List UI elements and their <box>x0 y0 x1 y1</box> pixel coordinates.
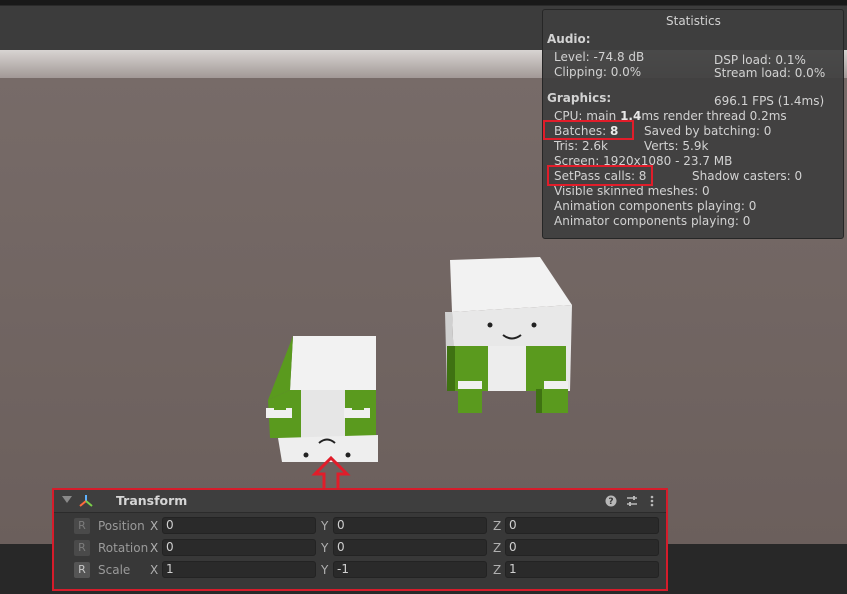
help-icon[interactable]: ? <box>604 494 618 508</box>
setpass-highlight-box <box>547 165 653 186</box>
position-z-field[interactable]: 0 <box>505 517 659 534</box>
rotation-row: R Rotation X 0 Y 0 Z 0 <box>54 538 666 558</box>
scale-row: R Scale X 1 Y -1 Z 1 <box>54 560 666 580</box>
position-label: Position <box>98 519 145 533</box>
saved-by-batching: Saved by batching: 0 <box>644 124 772 138</box>
axis-y-label: Y <box>321 541 329 555</box>
component-title: Transform <box>116 493 188 508</box>
rotation-z-field[interactable]: 0 <box>505 539 659 556</box>
animation-components: Animation components playing: 0 <box>554 199 757 213</box>
skinned-meshes: Visible skinned meshes: 0 <box>554 184 710 198</box>
transform-inspector: Transform ? R Position X 0 Y 0 Z 0 R Rot… <box>52 488 668 591</box>
transform-header[interactable]: Transform ? <box>54 490 666 513</box>
stream-load: Stream load: 0.0% <box>714 66 826 80</box>
axis-x-label: X <box>150 541 159 555</box>
rotation-reset-button[interactable]: R <box>74 540 90 556</box>
scale-reset-button[interactable]: R <box>74 562 90 578</box>
position-reset-button[interactable]: R <box>74 518 90 534</box>
scale-x-field[interactable]: 1 <box>162 561 316 578</box>
axis-z-label: Z <box>493 541 502 555</box>
scale-label: Scale <box>98 563 131 577</box>
rotation-label: Rotation <box>98 541 149 555</box>
graphics-heading: Graphics: <box>547 91 612 105</box>
character-upright <box>445 257 572 413</box>
axis-y-label: Y <box>321 563 329 577</box>
fps-readout: 696.1 FPS (1.4ms) <box>714 94 825 108</box>
presets-sliders-icon[interactable] <box>625 494 639 508</box>
axis-x-label: X <box>150 519 159 533</box>
foldout-arrow-icon[interactable] <box>62 496 72 503</box>
cpu-suffix: ms render thread 0.2ms <box>641 109 787 123</box>
stats-title: Statistics <box>666 14 721 28</box>
axis-y-label: Y <box>321 519 329 533</box>
position-y-field[interactable]: 0 <box>333 517 487 534</box>
scale-z-field[interactable]: 1 <box>505 561 659 578</box>
kebab-menu-icon[interactable] <box>645 494 659 508</box>
audio-clipping: Clipping: 0.0% <box>554 65 642 79</box>
axis-z-label: Z <box>493 563 502 577</box>
rotation-x-field[interactable]: 0 <box>162 539 316 556</box>
axis-z-label: Z <box>493 519 502 533</box>
verts-count: Verts: 5.9k <box>644 139 709 153</box>
position-row: R Position X 0 Y 0 Z 0 <box>54 516 666 536</box>
tris-count: Tris: 2.6k <box>554 139 608 153</box>
scale-y-field[interactable]: -1 <box>333 561 487 578</box>
shadow-casters: Shadow casters: 0 <box>692 169 803 183</box>
batches-highlight-box <box>543 120 634 140</box>
dsp-load: DSP load: 0.1% <box>714 53 806 67</box>
transform-axes-icon <box>79 495 93 507</box>
axis-x-label: X <box>150 563 159 577</box>
audio-level: Level: -74.8 dB <box>554 50 645 64</box>
rotation-y-field[interactable]: 0 <box>333 539 487 556</box>
svg-text:?: ? <box>608 497 613 507</box>
audio-heading: Audio: <box>547 32 591 46</box>
position-x-field[interactable]: 0 <box>162 517 316 534</box>
animator-components: Animator components playing: 0 <box>554 214 751 228</box>
